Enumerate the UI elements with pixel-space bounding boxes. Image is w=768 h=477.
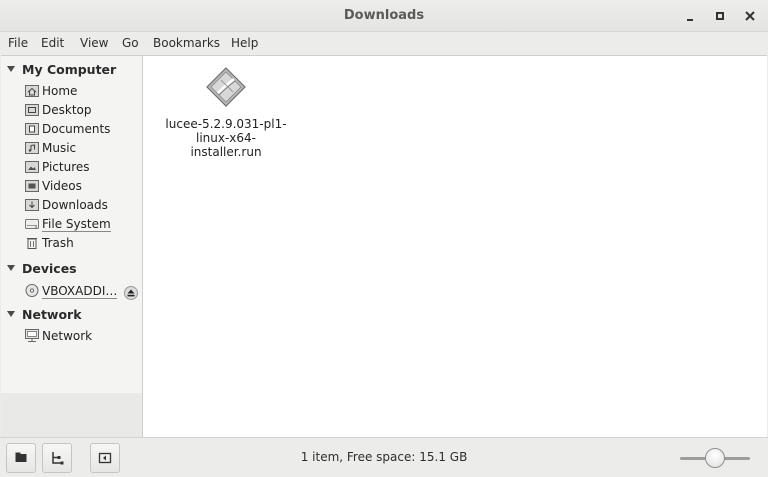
trash-icon (27, 238, 37, 249)
expander-icon[interactable] (7, 66, 15, 72)
file-name-line-1: lucee-5.2.9.031-pl1- (165, 117, 287, 131)
menu-go[interactable]: Go (122, 36, 139, 50)
menu-help[interactable]: Help (231, 36, 258, 50)
sidebar-section-devices[interactable]: Devices (7, 261, 77, 276)
sidebar-item-network[interactable]: Network (25, 329, 92, 347)
maximize-icon (716, 12, 724, 20)
eject-icon[interactable] (124, 286, 138, 300)
close-button[interactable] (742, 8, 758, 24)
close-icon (745, 11, 755, 21)
executable-file-icon (206, 67, 246, 107)
sidebar-section-my-computer[interactable]: My Computer (7, 62, 116, 77)
menu-bookmarks[interactable]: Bookmarks (153, 36, 220, 50)
home-folder-icon (25, 85, 39, 97)
expander-icon[interactable] (7, 311, 15, 317)
menu-file[interactable]: File (8, 36, 28, 50)
status-text: 1 item, Free space: 15.1 GB (300, 450, 468, 464)
expander-icon[interactable] (7, 265, 15, 271)
minimize-button[interactable] (682, 8, 698, 24)
sidebar-item-documents[interactable]: Documents (25, 122, 110, 140)
window-title: Downloads (343, 8, 425, 23)
file-name: lucee-5.2.9.031-pl1- linux-x64-installer… (161, 117, 291, 159)
maximize-button[interactable] (712, 8, 728, 24)
file-manager-window: Downloads File Edit View Go Bookmarks He… (0, 0, 768, 477)
network-icon (25, 329, 39, 342)
sidebar-item-downloads[interactable]: Downloads (25, 198, 108, 216)
pictures-folder-icon (25, 161, 39, 173)
sidebar-bottom-area (1, 393, 142, 437)
drive-icon (25, 219, 39, 229)
sidebar-item-pictures[interactable]: Pictures (25, 160, 90, 178)
desktop-folder-icon (25, 104, 39, 116)
sidebar-item-desktop[interactable]: Desktop (25, 103, 92, 121)
title-bar[interactable]: Downloads (0, 0, 768, 32)
file-item[interactable]: lucee-5.2.9.031-pl1- linux-x64-installer… (161, 66, 291, 159)
downloads-folder-icon (25, 199, 39, 211)
documents-folder-icon (25, 123, 39, 135)
menu-bar: File Edit View Go Bookmarks Help (0, 32, 768, 54)
file-view[interactable]: lucee-5.2.9.031-pl1- linux-x64-installer… (143, 55, 767, 437)
sidebar-item-home[interactable]: Home (25, 84, 77, 102)
status-bar: 1 item, Free space: 15.1 GB (0, 437, 768, 477)
videos-folder-icon (25, 180, 39, 192)
sidebar-item-music[interactable]: Music (25, 141, 76, 159)
optical-disc-icon (25, 284, 39, 297)
sidebar-item-trash[interactable]: Trash (25, 236, 74, 254)
sidebar: My Computer Home Desktop Documents Music… (1, 55, 143, 438)
file-name-line-2: linux-x64-installer.run (190, 131, 262, 159)
zoom-slider-handle[interactable] (705, 448, 725, 468)
sidebar-item-videos[interactable]: Videos (25, 179, 82, 197)
sidebar-item-vboxadditions[interactable]: VBOXADDI… (25, 284, 118, 302)
sidebar-section-network[interactable]: Network (7, 307, 82, 322)
music-folder-icon (25, 142, 39, 154)
menu-edit[interactable]: Edit (41, 36, 64, 50)
sidebar-item-file-system[interactable]: File System (25, 217, 111, 235)
minimize-icon (687, 19, 693, 21)
menu-view[interactable]: View (80, 36, 108, 50)
